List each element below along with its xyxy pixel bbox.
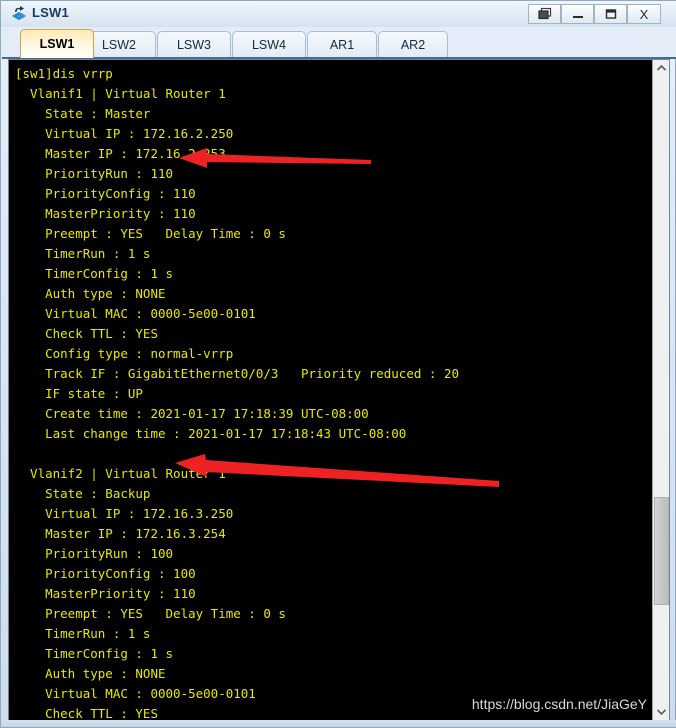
- tab-lsw1[interactable]: LSW1: [20, 29, 94, 58]
- terminal-output[interactable]: [sw1]dis vrrp Vlanif1 | Virtual Router 1…: [9, 60, 653, 720]
- terminal-line: Preempt : YES Delay Time : 0 s: [15, 226, 286, 241]
- tab-label: AR2: [400, 37, 426, 52]
- terminal-line: Vlanif1 | Virtual Router 1: [15, 86, 226, 101]
- watermark-text: https://blog.csdn.net/JiaGeY: [471, 696, 647, 712]
- close-icon: X: [639, 6, 649, 22]
- terminal-line: Vlanif2 | Virtual Router 1: [15, 466, 226, 481]
- scrollbar-thumb[interactable]: [654, 496, 669, 605]
- chevron-up-icon: [656, 65, 666, 71]
- terminal-line: Track IF : GigabitEthernet0/0/3 Priority…: [15, 366, 460, 381]
- terminal-line: Virtual IP : 172.16.3.250: [15, 506, 234, 521]
- terminal-line: TimerConfig : 1 s: [15, 266, 174, 281]
- close-button[interactable]: X: [627, 4, 661, 24]
- terminal-line: TimerRun : 1 s: [15, 626, 151, 641]
- terminal-line: MasterPriority : 110: [15, 206, 196, 221]
- terminal-line: Preempt : YES Delay Time : 0 s: [15, 606, 286, 621]
- cli-window: LSW1 X LSW1 LSW2 LSW3 LSW4 AR1 AR2 [sw1]…: [0, 0, 676, 728]
- terminal-line: TimerRun : 1 s: [15, 246, 151, 261]
- title-bar: LSW1 X: [1, 1, 676, 27]
- terminal-frame: [sw1]dis vrrp Vlanif1 | Virtual Router 1…: [8, 59, 670, 721]
- terminal-line: State : Backup: [15, 486, 151, 501]
- maximize-button[interactable]: [594, 4, 627, 24]
- tab-label: LSW3: [176, 37, 212, 52]
- tab-lsw4[interactable]: LSW4: [232, 31, 306, 57]
- switch-icon: [10, 5, 28, 23]
- terminal-text: [sw1]dis vrrp Vlanif1 | Virtual Router 1…: [15, 64, 653, 720]
- terminal-line: Virtual MAC : 0000-5e00-0101: [15, 306, 256, 321]
- minimize-button[interactable]: [561, 4, 594, 24]
- terminal-line: PriorityRun : 100: [15, 546, 174, 561]
- device-tab-strip: LSW1 LSW2 LSW3 LSW4 AR1 AR2: [2, 27, 676, 59]
- tab-label: LSW4: [251, 37, 287, 52]
- tab-ar1[interactable]: AR1: [307, 31, 377, 57]
- terminal-line: Auth type : NONE: [15, 286, 166, 301]
- terminal-line: Create time : 2021-01-17 17:18:39 UTC-08…: [15, 406, 369, 421]
- terminal-line: [sw1]dis vrrp: [15, 66, 113, 81]
- terminal-line: PriorityRun : 110: [15, 166, 174, 181]
- terminal-line: PriorityConfig : 110: [15, 186, 196, 201]
- terminal-line: IF state : UP: [15, 386, 143, 401]
- scroll-up-button[interactable]: [653, 60, 669, 77]
- terminal-line: Virtual IP : 172.16.2.250: [15, 126, 234, 141]
- terminal-line: TimerConfig : 1 s: [15, 646, 174, 661]
- window-bottom-frame: [1, 720, 676, 727]
- tab-lsw3[interactable]: LSW3: [157, 31, 231, 57]
- minimize-icon: [562, 5, 593, 23]
- tab-label: LSW1: [39, 37, 75, 51]
- terminal-line: PriorityConfig : 100: [15, 566, 196, 581]
- terminal-line: Auth type : NONE: [15, 666, 166, 681]
- window-title: LSW1: [32, 5, 69, 20]
- tab-label: LSW2: [101, 37, 137, 52]
- maximize-icon: [595, 5, 626, 23]
- terminal-line: MasterPriority : 110: [15, 586, 196, 601]
- terminal-line: Master IP : 172.16.2.253: [15, 146, 226, 161]
- chevron-down-icon: [656, 709, 666, 715]
- terminal-line: Check TTL : YES: [15, 326, 158, 341]
- scroll-down-button[interactable]: [653, 703, 669, 720]
- terminal-line: State : Master: [15, 106, 151, 121]
- vertical-scrollbar[interactable]: [652, 60, 669, 720]
- restore-icon: [529, 5, 560, 23]
- tab-label: AR1: [329, 37, 355, 52]
- terminal-line: Master IP : 172.16.3.254: [15, 526, 226, 541]
- terminal-line: Last change time : 2021-01-17 17:18:43 U…: [15, 426, 407, 441]
- terminal-line: Config type : normal-vrrp: [15, 346, 234, 361]
- tab-ar2[interactable]: AR2: [378, 31, 448, 57]
- restore-button[interactable]: [528, 4, 561, 24]
